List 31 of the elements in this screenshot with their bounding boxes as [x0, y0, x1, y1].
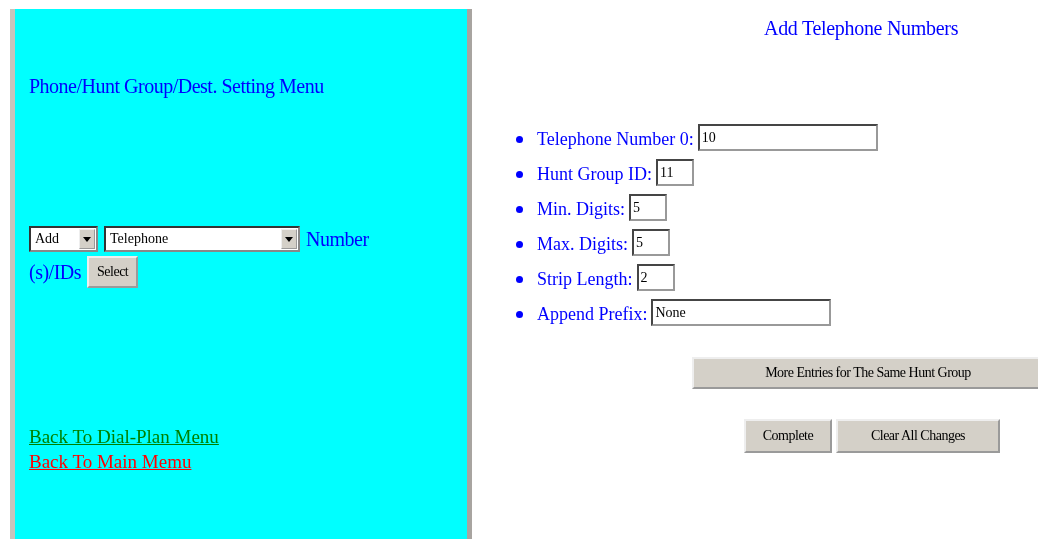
type-dropdown[interactable]: Telephone [104, 226, 300, 252]
select-button[interactable]: Select [87, 256, 139, 288]
input-field[interactable]: 5 [629, 194, 667, 221]
form-button[interactable]: Complete [744, 419, 832, 453]
menu-title: Phone/Hunt Group/Dest. Setting Menu [29, 75, 325, 98]
field-label: Max. Digits: [537, 234, 628, 255]
input-field[interactable]: 11 [656, 159, 694, 186]
form-button[interactable]: Clear All Changes [836, 419, 1000, 453]
form-title: Add Telephone Numbers [764, 17, 960, 40]
input-field[interactable]: 2 [636, 264, 675, 291]
input-field[interactable]: 10 [697, 124, 878, 151]
bullet-icon [516, 171, 523, 178]
input-field[interactable]: None [651, 299, 832, 326]
more-entries-button[interactable]: More Entries for The Same Hunt Group [692, 357, 1038, 389]
field-label: Append Prefix: [537, 304, 648, 325]
caret-icon [83, 236, 91, 242]
field-label: Hunt Group ID: [537, 164, 652, 185]
bullet-icon [516, 276, 523, 283]
caret-icon [285, 236, 293, 242]
field-label: Telephone Number 0: [537, 129, 694, 150]
suffix-text: Number [306, 227, 369, 251]
bullet-icon [516, 241, 523, 248]
field-label: Strip Length: [537, 269, 633, 290]
action-dropdown[interactable]: Add [29, 226, 98, 252]
bullet-icon [516, 136, 523, 143]
bullet-icon [516, 311, 523, 318]
field-label: Min. Digits: [537, 199, 625, 220]
input-field[interactable]: 5 [632, 229, 670, 256]
bullet-icon [516, 206, 523, 213]
menu-link[interactable]: Back To Dial-Plan Menu [29, 424, 219, 449]
suffix-text: (s)/IDs [29, 260, 82, 284]
